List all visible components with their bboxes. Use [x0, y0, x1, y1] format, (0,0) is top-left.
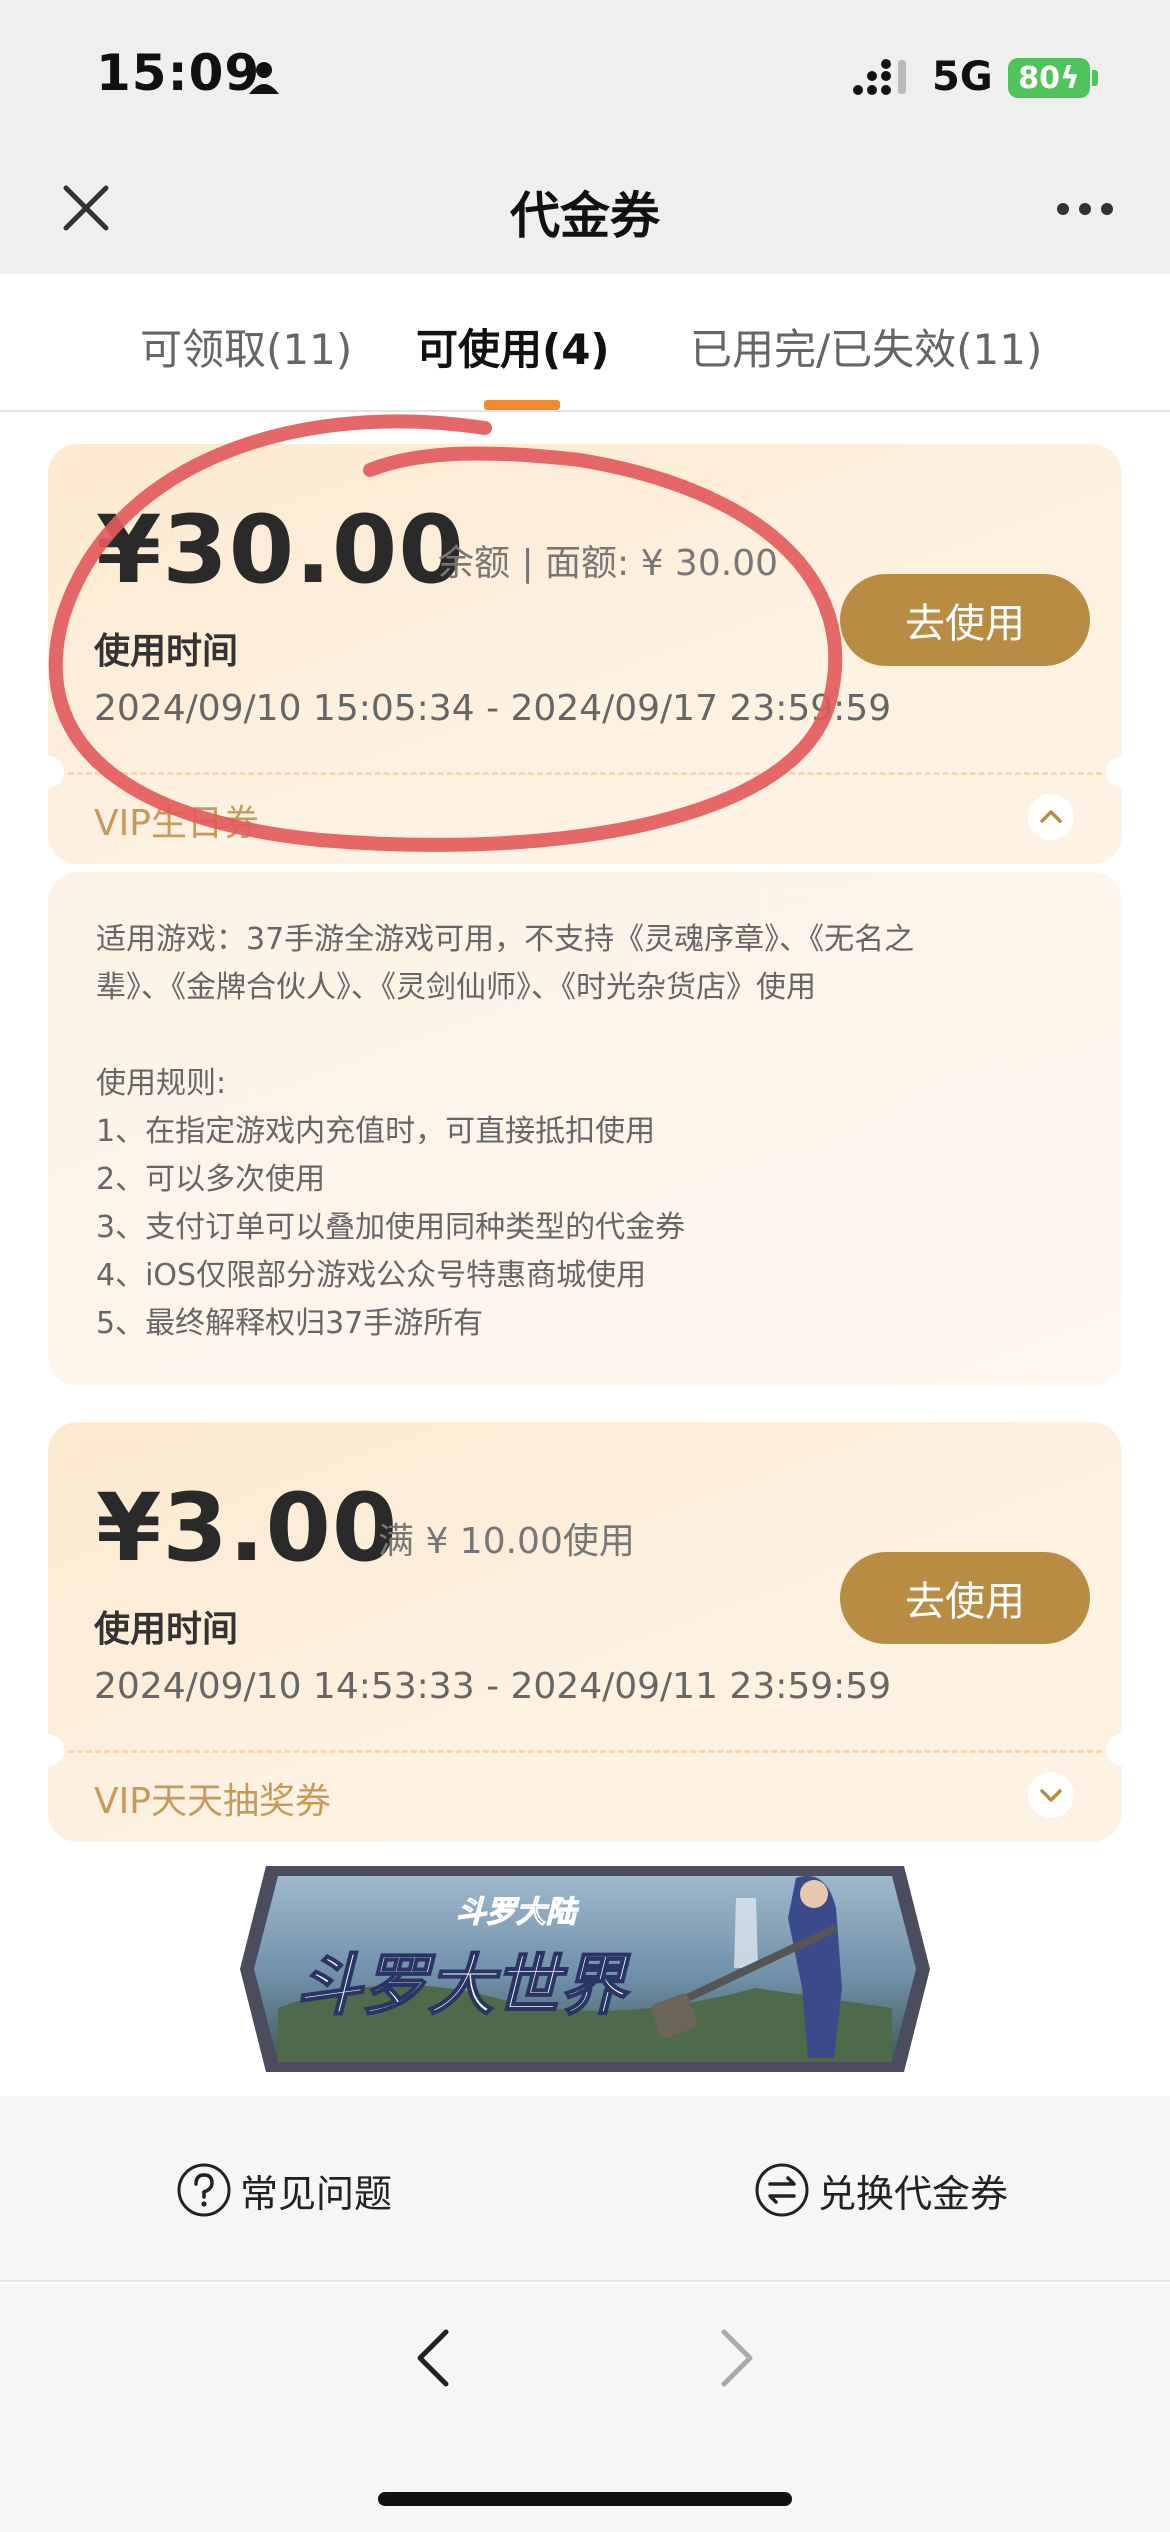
validity-label: 使用时间	[94, 631, 239, 672]
ticket-notch	[1106, 1734, 1138, 1766]
forward-arrow-icon[interactable]	[714, 2326, 760, 2390]
question-icon	[177, 2163, 231, 2217]
perforation-divider	[68, 1750, 1102, 1753]
rule-item: 5、最终解释权归37手游所有	[96, 1306, 484, 1341]
game-banner[interactable]: 斗罗大陆 斗罗大世界	[236, 1858, 934, 2080]
nav-header: 代金券	[0, 150, 1170, 274]
rule-item: 1、在指定游戏内充值时，可直接抵扣使用	[96, 1114, 656, 1149]
rule-item: 2、可以多次使用	[96, 1162, 326, 1197]
tab-expired[interactable]: 已用完/已失效(11)	[690, 316, 1042, 377]
faq-link[interactable]: 常见问题	[176, 2162, 392, 2218]
coupon-details: 适用游戏：37手游全游戏可用，不支持《灵魂序章》、《无名之 辈》、《金牌合伙人》…	[48, 872, 1122, 1386]
more-icon[interactable]	[1056, 202, 1114, 216]
exchange-label: 兑换代金券	[818, 2171, 1009, 2216]
tab-usable[interactable]: 可使用(4)	[416, 316, 610, 377]
coupon-card: ¥3.00 满 ¥ 10.00使用 使用时间 2024/09/10 14:53:…	[32, 1422, 1138, 1842]
chevron-up-icon[interactable]	[1028, 794, 1074, 840]
ticket-notch	[1106, 756, 1138, 788]
browser-nav-bar	[0, 2284, 1170, 2532]
battery-cap	[1092, 70, 1098, 86]
validity-range: 2024/09/10 15:05:34 - 2024/09/17 23:59:5…	[94, 688, 892, 729]
rule-item: 3、支付订单可以叠加使用同种类型的代金券	[96, 1210, 686, 1245]
use-coupon-button[interactable]: 去使用	[840, 574, 1090, 666]
banner-title: 斗罗大世界	[296, 1947, 631, 2024]
coupon-type: VIP生日券	[94, 803, 259, 844]
perforation-divider	[68, 772, 1102, 775]
tab-claimable[interactable]: 可领取(11)	[140, 316, 352, 377]
coupon-amount: ¥30.00	[96, 496, 465, 605]
status-bar: 15:09 5G 80 ϟ	[0, 0, 1170, 150]
person-icon	[249, 62, 279, 94]
rules-title: 使用规则:	[96, 1066, 227, 1101]
coupon-amount: ¥3.00	[96, 1474, 399, 1583]
tab-bar: 可领取(11) 可使用(4) 已用完/已失效(11)	[0, 274, 1170, 412]
active-tab-indicator	[484, 400, 560, 410]
battery-level: 80	[1018, 60, 1060, 96]
bottom-action-bar: 常见问题 兑换代金券	[0, 2096, 1170, 2282]
applicable-games-cont: 辈》、《金牌合伙人》、《灵剑仙师》、《时光杂货店》使用	[96, 970, 816, 1005]
ticket-notch	[32, 756, 64, 788]
coupon-type: VIP天天抽奖券	[94, 1781, 331, 1822]
rule-item: 4、iOS仅限部分游戏公众号特惠商城使用	[96, 1258, 647, 1293]
exchange-coupon-link[interactable]: 兑换代金券	[754, 2162, 1008, 2218]
ticket-notch	[32, 1734, 64, 1766]
applicable-games: 适用游戏：37手游全游戏可用，不支持《灵魂序章》、《无名之	[96, 922, 915, 957]
coupon-balance-note: 余额 | 面额: ¥ 30.00	[438, 543, 778, 584]
back-arrow-icon[interactable]	[410, 2326, 456, 2390]
validity-label: 使用时间	[94, 1609, 239, 1650]
home-indicator	[378, 2492, 792, 2506]
battery-indicator: 80 ϟ	[1008, 58, 1090, 98]
charging-icon: ϟ	[1059, 60, 1080, 96]
coupon-card: ¥30.00 余额 | 面额: ¥ 30.00 使用时间 2024/09/10 …	[32, 444, 1138, 864]
use-coupon-button[interactable]: 去使用	[840, 1552, 1090, 1644]
exchange-icon	[755, 2163, 809, 2217]
chevron-down-icon[interactable]	[1028, 1772, 1074, 1818]
network-type: 5G	[932, 54, 993, 100]
coupon-threshold-note: 满 ¥ 10.00使用	[378, 1521, 635, 1562]
page-title: 代金券	[510, 187, 660, 245]
banner-logo-text: 斗罗大陆	[456, 1895, 579, 1930]
faq-label: 常见问题	[240, 2171, 393, 2216]
status-time: 15:09	[96, 44, 261, 102]
signal-icon	[853, 59, 906, 95]
validity-range: 2024/09/10 14:53:33 - 2024/09/11 23:59:5…	[94, 1666, 892, 1707]
